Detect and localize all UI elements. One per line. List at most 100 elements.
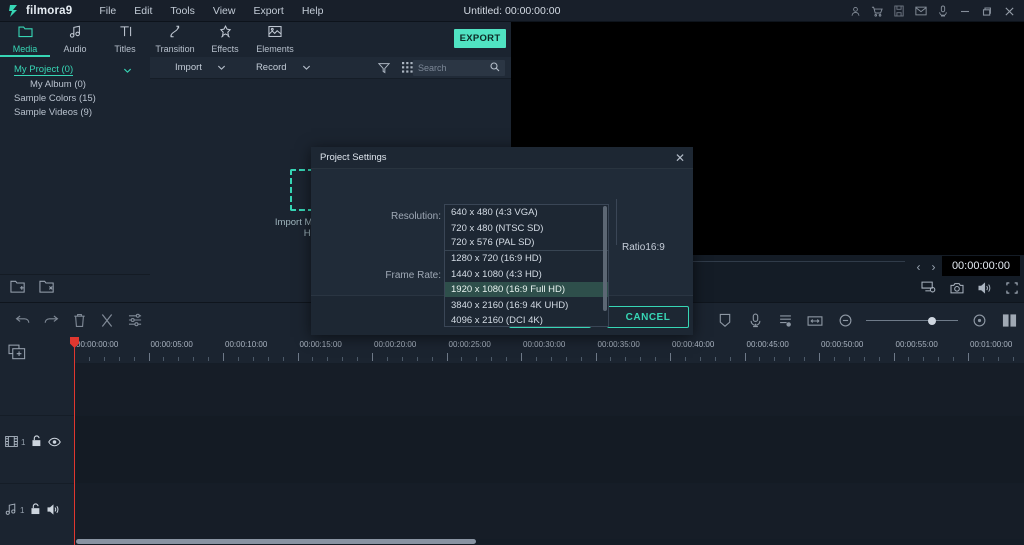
tab-transition[interactable]: Transition xyxy=(150,22,200,57)
track-header-column: 1 xyxy=(0,337,74,545)
fit-timeline-icon[interactable] xyxy=(806,312,824,330)
dialog-cancel-button[interactable]: CANCEL xyxy=(607,306,689,328)
dialog-close-icon[interactable]: ✕ xyxy=(673,151,687,165)
ruler-minor-tick xyxy=(774,357,775,361)
menu-view[interactable]: View xyxy=(204,2,245,20)
undo-icon[interactable] xyxy=(14,311,32,329)
track-header-audio[interactable]: 1 xyxy=(0,483,74,537)
ruler-major-tick xyxy=(223,353,224,361)
resolution-dropdown-list[interactable]: 640 x 480 (4:3 VGA)720 x 480 (NTSC SD)72… xyxy=(444,204,609,327)
menu-export[interactable]: Export xyxy=(244,2,292,20)
mail-icon[interactable] xyxy=(910,0,932,22)
zoom-in-icon[interactable] xyxy=(970,312,988,330)
sidebar-item-sample-videos-label: Sample Videos (9) xyxy=(14,107,92,118)
account-icon[interactable] xyxy=(844,0,866,22)
delete-icon[interactable] xyxy=(70,311,88,329)
track-header-video[interactable]: 1 xyxy=(0,415,74,469)
tab-transition-label: Transition xyxy=(155,44,194,54)
volume-icon[interactable] xyxy=(978,281,992,299)
adjust-icon[interactable] xyxy=(126,311,144,329)
menu-file[interactable]: File xyxy=(90,2,125,20)
tab-media[interactable]: Media xyxy=(0,22,50,57)
zoom-slider-handle[interactable] xyxy=(928,317,936,325)
ruler-major-tick xyxy=(447,353,448,361)
zoom-slider-track xyxy=(866,320,958,321)
resolution-option[interactable]: 720 x 480 (NTSC SD) xyxy=(445,220,608,235)
maximize-icon[interactable] xyxy=(976,0,998,22)
voiceover-icon[interactable] xyxy=(746,312,764,330)
import-dropdown-caret[interactable] xyxy=(209,63,235,72)
ruler-tick-label: 00:00:55:00 xyxy=(896,340,938,349)
close-icon[interactable] xyxy=(998,0,1020,22)
cart-icon[interactable] xyxy=(866,0,888,22)
track-lane-audio[interactable] xyxy=(74,483,1024,539)
resolution-option[interactable]: 640 x 480 (4:3 VGA) xyxy=(445,205,608,220)
ruler-minor-tick xyxy=(283,357,284,361)
new-folder-icon[interactable] xyxy=(10,279,27,299)
record-button[interactable]: Record xyxy=(249,57,294,79)
menu-help[interactable]: Help xyxy=(293,2,333,20)
resolution-option[interactable]: 1440 x 1080 (4:3 HD) xyxy=(445,267,608,282)
tab-titles[interactable]: Titles xyxy=(100,22,150,57)
tab-elements[interactable]: Elements xyxy=(250,22,300,57)
ruler-minor-tick xyxy=(402,357,403,361)
ruler-tick-label: 00:00:10:00 xyxy=(225,340,267,349)
snapshot-icon[interactable] xyxy=(950,281,964,299)
ruler-minor-tick xyxy=(178,357,179,361)
sidebar-item-my-album[interactable]: My Album (0) xyxy=(0,77,150,91)
zoom-out-icon[interactable] xyxy=(836,312,854,330)
minimize-icon[interactable] xyxy=(954,0,976,22)
unlock-icon[interactable] xyxy=(31,434,42,452)
add-track-icon[interactable] xyxy=(8,343,26,361)
filter-icon[interactable] xyxy=(372,57,396,79)
tab-effects[interactable]: Effects xyxy=(200,22,250,57)
resolution-option[interactable]: 3840 x 2160 (16:9 4K UHD) xyxy=(445,297,608,312)
chevron-down-icon[interactable] xyxy=(123,66,132,75)
tab-audio[interactable]: Audio xyxy=(50,22,100,57)
ruler-minor-tick xyxy=(357,357,358,361)
next-frame-icon[interactable]: › xyxy=(932,260,936,274)
import-button[interactable]: Import xyxy=(168,57,209,79)
fullscreen-icon[interactable] xyxy=(1006,281,1018,299)
split-view-icon[interactable] xyxy=(1000,312,1018,330)
download-icon[interactable] xyxy=(932,0,954,22)
marker-icon[interactable] xyxy=(716,312,734,330)
dropdown-scrollbar[interactable] xyxy=(603,206,607,311)
tab-elements-label: Elements xyxy=(256,44,294,54)
delete-folder-icon[interactable] xyxy=(39,279,56,299)
export-button[interactable]: EXPORT xyxy=(454,29,506,48)
ruler-tick-label: 00:00:30:00 xyxy=(523,340,565,349)
save-icon[interactable] xyxy=(888,0,910,22)
sidebar-item-sample-videos[interactable]: Sample Videos (9) xyxy=(0,105,150,119)
prev-frame-icon[interactable]: ‹ xyxy=(917,260,921,274)
aspect-ratio-label: Ratio16:9 xyxy=(622,242,665,253)
ruler-minor-tick xyxy=(134,357,135,361)
sidebar-item-my-project[interactable]: My Project (0) xyxy=(0,63,150,77)
search-input[interactable]: Search xyxy=(413,60,505,76)
render-icon[interactable] xyxy=(776,312,794,330)
speaker-icon[interactable] xyxy=(47,502,60,520)
ruler-tick-label: 00:00:00:00 xyxy=(76,340,118,349)
resolution-option[interactable]: 720 x 576 (PAL SD) xyxy=(445,236,608,251)
eye-icon[interactable] xyxy=(48,434,61,452)
track-lane-empty-top[interactable] xyxy=(74,363,1024,415)
resolution-option[interactable]: 1920 x 1080 (16:9 Full HD) xyxy=(445,282,608,297)
ruler-minor-tick xyxy=(432,357,433,361)
resolution-option[interactable]: 1280 x 720 (16:9 HD) xyxy=(445,251,608,266)
track-lane-video[interactable] xyxy=(74,415,1024,483)
resolution-option[interactable]: 4096 x 2160 (DCI 4K) xyxy=(445,313,608,327)
display-settings-icon[interactable] xyxy=(921,281,936,299)
timeline-horizontal-scrollbar[interactable] xyxy=(76,539,476,544)
menu-tools[interactable]: Tools xyxy=(161,2,204,20)
preview-timecode[interactable]: 00:00:00:00 xyxy=(942,256,1020,276)
playhead[interactable] xyxy=(74,337,75,545)
resolution-label: Resolution: xyxy=(331,211,441,222)
unlock-icon[interactable] xyxy=(30,502,41,520)
sidebar-item-sample-colors[interactable]: Sample Colors (15) xyxy=(0,91,150,105)
redo-icon[interactable] xyxy=(42,311,60,329)
timeline-ruler[interactable]: 00:00:00:0000:00:05:0000:00:10:0000:00:1… xyxy=(74,337,1024,363)
record-dropdown-caret[interactable] xyxy=(294,63,320,72)
split-icon[interactable] xyxy=(98,311,116,329)
timeline-zoom-slider[interactable] xyxy=(866,315,958,327)
menu-edit[interactable]: Edit xyxy=(125,2,161,20)
